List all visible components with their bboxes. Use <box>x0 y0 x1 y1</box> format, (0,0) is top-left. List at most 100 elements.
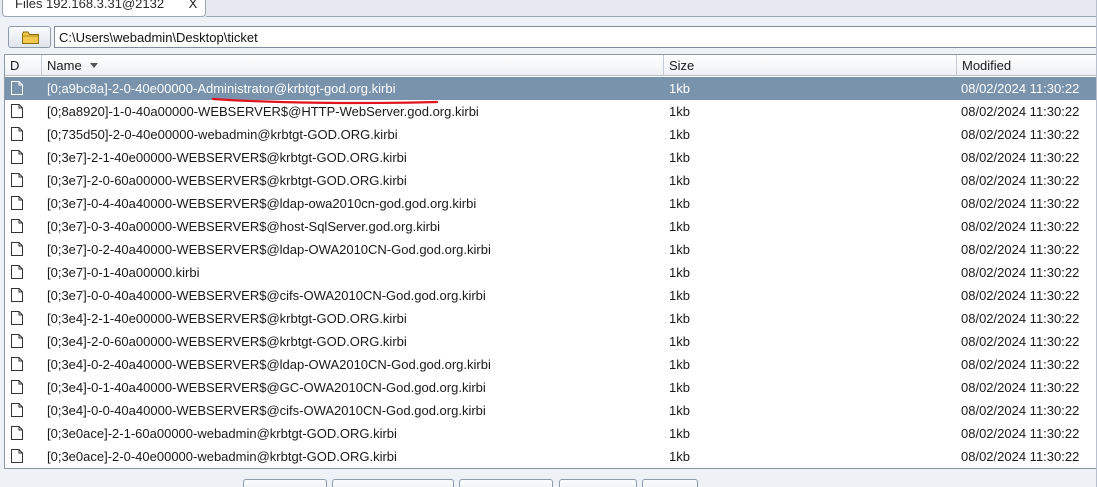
file-size: 1kb <box>669 288 690 303</box>
bottom-button-bar <box>0 472 1097 487</box>
table-row[interactable]: [0;3e4]-2-0-60a00000-WEBSERVER$@krbtgt-G… <box>5 330 1097 353</box>
file-icon <box>10 238 24 261</box>
table-row[interactable]: [0;3e7]-2-1-40e00000-WEBSERVER$@krbtgt-G… <box>5 146 1097 169</box>
file-size: 1kb <box>669 127 690 142</box>
table-row[interactable]: [0;8a8920]-1-0-40a00000-WEBSERVER$@HTTP-… <box>5 100 1097 123</box>
file-size: 1kb <box>669 311 690 326</box>
file-name: [0;3e7]-0-0-40a40000-WEBSERVER$@cifs-OWA… <box>47 288 486 303</box>
file-name: [0;3e4]-0-0-40a40000-WEBSERVER$@cifs-OWA… <box>47 403 486 418</box>
tab-title: Files 192.168.3.31@2132 <box>15 0 165 11</box>
file-icon <box>10 146 24 169</box>
file-browser-window: Files 192.168.3.31@2132 X D Name Size Mo… <box>0 0 1097 487</box>
file-name: [0;3e4]-2-1-40e00000-WEBSERVER$@krbtgt-G… <box>47 311 407 326</box>
file-size: 1kb <box>669 357 690 372</box>
file-name: [0;735d50]-2-0-40e00000-webadmin@krbtgt-… <box>47 127 398 142</box>
file-size: 1kb <box>669 265 690 280</box>
file-icon <box>10 192 24 215</box>
file-size: 1kb <box>669 150 690 165</box>
file-name: [0;3e0ace]-2-1-60a00000-webadmin@krbtgt-… <box>47 426 397 441</box>
file-modified: 08/02/2024 11:30:22 <box>961 449 1080 464</box>
file-modified: 08/02/2024 11:30:22 <box>961 81 1080 96</box>
file-modified: 08/02/2024 11:30:22 <box>961 242 1080 257</box>
file-size: 1kb <box>669 242 690 257</box>
file-modified: 08/02/2024 11:30:22 <box>961 104 1080 119</box>
file-modified: 08/02/2024 11:30:22 <box>961 357 1080 372</box>
file-table: D Name Size Modified [0;a9bc8a]-2-0-40e0… <box>4 54 1097 469</box>
table-row[interactable]: [0;3e4]-0-1-40a40000-WEBSERVER$@GC-OWA20… <box>5 376 1097 399</box>
file-name: [0;3e7]-0-2-40a40000-WEBSERVER$@ldap-OWA… <box>47 242 491 257</box>
file-name: [0;3e7]-0-3-40a00000-WEBSERVER$@host-Sql… <box>47 219 441 234</box>
column-header-modified[interactable]: Modified <box>957 55 1097 76</box>
file-size: 1kb <box>669 334 690 349</box>
column-header-name-label: Name <box>47 58 82 73</box>
bottom-button-3[interactable] <box>459 479 553 487</box>
file-name: [0;3e0ace]-2-0-40e00000-webadmin@krbtgt-… <box>47 449 397 464</box>
file-size: 1kb <box>669 449 690 464</box>
file-modified: 08/02/2024 11:30:22 <box>961 173 1080 188</box>
bottom-button-1[interactable] <box>243 479 327 487</box>
file-icon <box>10 100 24 123</box>
table-row[interactable]: [0;3e4]-0-0-40a40000-WEBSERVER$@cifs-OWA… <box>5 399 1097 422</box>
file-icon <box>10 284 24 307</box>
file-modified: 08/02/2024 11:30:22 <box>961 219 1080 234</box>
file-icon <box>10 330 24 353</box>
file-icon <box>10 261 24 284</box>
file-icon <box>10 422 24 445</box>
red-underline-annotation <box>212 97 438 105</box>
file-size: 1kb <box>669 104 690 119</box>
browse-folder-button[interactable] <box>8 26 51 48</box>
file-icon <box>10 445 24 468</box>
file-size: 1kb <box>669 219 690 234</box>
file-name: [0;3e4]-0-1-40a40000-WEBSERVER$@GC-OWA20… <box>47 380 486 395</box>
file-size: 1kb <box>669 380 690 395</box>
bottom-button-4[interactable] <box>559 479 637 487</box>
column-header-name[interactable]: Name <box>42 55 664 76</box>
tab-files[interactable]: Files 192.168.3.31@2132 X <box>2 0 206 17</box>
bottom-button-2[interactable] <box>332 479 454 487</box>
file-modified: 08/02/2024 11:30:22 <box>961 150 1080 165</box>
file-size: 1kb <box>669 81 690 96</box>
table-row[interactable]: [0;a9bc8a]-2-0-40e00000-Administrator@kr… <box>5 77 1097 100</box>
file-name: [0;3e4]-2-0-60a00000-WEBSERVER$@krbtgt-G… <box>47 334 407 349</box>
file-modified: 08/02/2024 11:30:22 <box>961 265 1080 280</box>
table-row[interactable]: [0;3e4]-2-1-40e00000-WEBSERVER$@krbtgt-G… <box>5 307 1097 330</box>
tab-strip: Files 192.168.3.31@2132 X <box>0 0 1097 17</box>
path-bar <box>0 25 1097 50</box>
column-header-size[interactable]: Size <box>664 55 957 76</box>
file-modified: 08/02/2024 11:30:22 <box>961 334 1080 349</box>
tab-divider <box>206 16 1097 17</box>
file-icon <box>10 307 24 330</box>
file-name: [0;3e7]-0-4-40a40000-WEBSERVER$@ldap-owa… <box>47 196 477 211</box>
table-row[interactable]: [0;3e0ace]-2-1-60a00000-webadmin@krbtgt-… <box>5 422 1097 445</box>
table-row[interactable]: [0;3e7]-0-1-40a00000.kirbi 1kb 08/02/2024 … <box>5 261 1097 284</box>
table-row[interactable]: [0;3e4]-0-2-40a40000-WEBSERVER$@ldap-OWA… <box>5 353 1097 376</box>
file-name: [0;3e7]-2-0-60a00000-WEBSERVER$@krbtgt-G… <box>47 173 407 188</box>
file-modified: 08/02/2024 11:30:22 <box>961 403 1080 418</box>
table-row[interactable]: [0;3e7]-0-3-40a00000-WEBSERVER$@host-Sql… <box>5 215 1097 238</box>
file-modified: 08/02/2024 11:30:22 <box>961 311 1080 326</box>
file-modified: 08/02/2024 11:30:22 <box>961 288 1080 303</box>
file-size: 1kb <box>669 403 690 418</box>
file-size: 1kb <box>669 173 690 188</box>
table-row[interactable]: [0;3e7]-0-4-40a40000-WEBSERVER$@ldap-owa… <box>5 192 1097 215</box>
table-row[interactable]: [0;3e7]-2-0-60a00000-WEBSERVER$@krbtgt-G… <box>5 169 1097 192</box>
file-modified: 08/02/2024 11:30:22 <box>961 127 1080 142</box>
file-icon <box>10 169 24 192</box>
table-row[interactable]: [0;735d50]-2-0-40e00000-webadmin@krbtgt-… <box>5 123 1097 146</box>
close-icon[interactable]: X <box>187 0 199 14</box>
folder-icon <box>22 31 39 44</box>
file-icon <box>10 123 24 146</box>
table-header: D Name Size Modified <box>5 55 1097 76</box>
file-icon <box>10 399 24 422</box>
sort-descending-icon <box>89 63 98 68</box>
bottom-button-5[interactable] <box>642 479 698 487</box>
file-name: [0;3e7]-0-1-40a00000.kirbi <box>47 265 200 280</box>
file-size: 1kb <box>669 196 690 211</box>
column-header-d[interactable]: D <box>5 55 42 76</box>
path-input[interactable] <box>54 26 1097 48</box>
table-row[interactable]: [0;3e0ace]-2-0-40e00000-webadmin@krbtgt-… <box>5 445 1097 468</box>
file-icon <box>10 376 24 399</box>
table-row[interactable]: [0;3e7]-0-2-40a40000-WEBSERVER$@ldap-OWA… <box>5 238 1097 261</box>
table-row[interactable]: [0;3e7]-0-0-40a40000-WEBSERVER$@cifs-OWA… <box>5 284 1097 307</box>
file-name: [0;3e7]-2-1-40e00000-WEBSERVER$@krbtgt-G… <box>47 150 407 165</box>
